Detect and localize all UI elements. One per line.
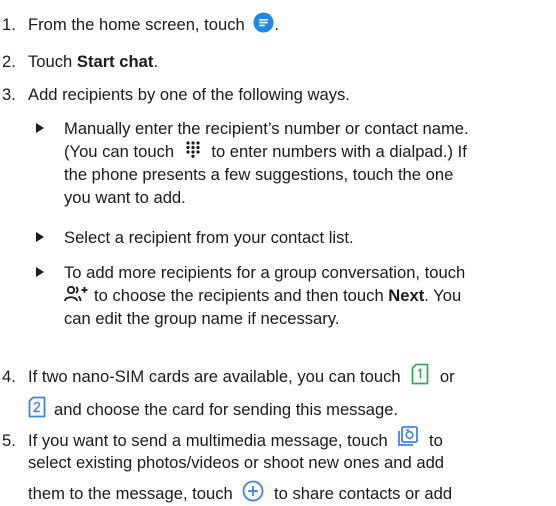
bullet-arrow-icon [36, 232, 44, 242]
step-number: 4. [2, 367, 16, 386]
next-label: Next [388, 286, 425, 305]
step-number: 2. [2, 52, 16, 71]
bullet-line: To add more recipients for a group conve… [64, 263, 466, 282]
messages-icon [253, 12, 274, 33]
bullet-line: Manually enter the recipient’s number or… [64, 119, 469, 138]
bullet-arrow-icon [36, 123, 44, 133]
step-text: From the home screen, touch [28, 15, 245, 34]
bullet-line: can edit the group name if necessary. [64, 309, 340, 328]
step-number: 5. [2, 431, 16, 450]
start-chat-label: Start chat [76, 52, 154, 71]
step-line: select existing photos/videos or shoot n… [28, 453, 445, 473]
instructions-document: 1. From the home screen, touch . 2. Touc… [0, 0, 556, 503]
add-group-icon [64, 285, 88, 303]
gallery-icon [397, 426, 419, 447]
bullet-line: Select a recipient from your contact lis… [64, 228, 354, 247]
step-number: 3. [2, 85, 16, 104]
sim-2-icon [28, 396, 46, 418]
add-circle-icon [242, 480, 264, 502]
dialpad-icon [185, 140, 201, 158]
bullet-arrow-icon [36, 267, 44, 277]
step-text: Touch [28, 52, 77, 71]
sim-1-icon [411, 363, 429, 385]
bullet-line: the phone presents a few suggestions, to… [64, 165, 454, 184]
step-text: Add recipients by one of the following w… [28, 85, 350, 104]
step-text-end: . [274, 15, 279, 34]
bullet-line: you want to add. [64, 188, 186, 207]
step-number: 1. [2, 15, 16, 34]
